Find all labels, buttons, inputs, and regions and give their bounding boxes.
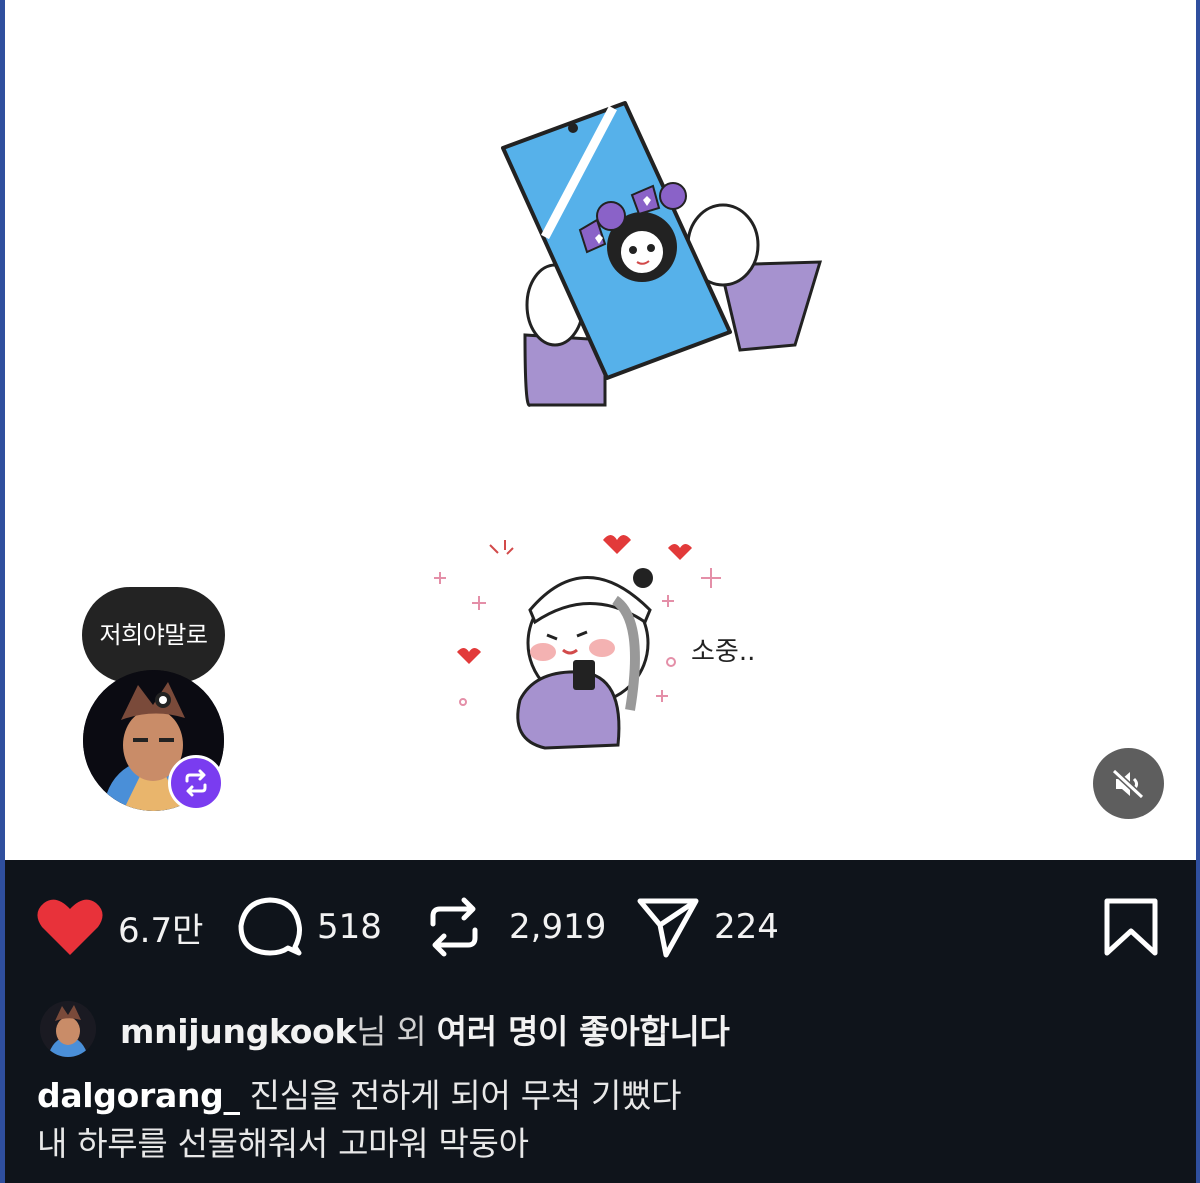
window-frame-right	[1196, 0, 1200, 1183]
likes-suffix: 님 외	[356, 1012, 437, 1051]
liker-username[interactable]: mnijungkook	[120, 1012, 356, 1051]
comment-count: 518	[317, 907, 382, 947]
likes-summary[interactable]: mnijungkook님 외 여러 명이 좋아합니다	[40, 1000, 730, 1058]
post-caption: dalgorang_ 진심을 전하게 되어 무척 기뻤다 내 하루를 선물해줘서 …	[37, 1072, 1177, 1168]
repost-badge-icon	[185, 769, 207, 797]
repost-button[interactable]: 2,919	[425, 893, 606, 961]
caption-line-1: 진심을 전하게 되어 무척 기뻤다	[249, 1076, 682, 1115]
post-media[interactable]: 소중.. 저희야말로	[5, 0, 1196, 860]
repost-badge	[168, 755, 224, 811]
repost-count: 2,919	[509, 907, 607, 947]
share-count: 224	[714, 907, 779, 947]
like-button[interactable]: 6.7만	[36, 893, 203, 961]
character-illustration: 소중..	[434, 535, 755, 750]
caption-author[interactable]: dalgorang_	[37, 1076, 240, 1115]
likes-emphasis[interactable]: 여러 명이 좋아합니다	[437, 1012, 730, 1051]
caption-line-2: 내 하루를 선물해줘서 고마워 막둥아	[37, 1124, 529, 1163]
comment-bubble-icon	[238, 897, 302, 956]
like-count: 6.7만	[118, 910, 204, 951]
repost-icon	[430, 897, 478, 957]
phone-illustration	[501, 101, 823, 407]
speaker-muted-icon	[1111, 768, 1144, 799]
heart-icon	[37, 899, 103, 955]
bookmark-icon	[1104, 898, 1158, 956]
bookmark-button[interactable]	[1103, 893, 1159, 961]
liker-avatar[interactable]	[40, 1001, 96, 1057]
paper-plane-icon	[637, 898, 699, 958]
mute-button[interactable]	[1093, 748, 1164, 819]
comment-button[interactable]: 518	[237, 893, 382, 961]
likes-text: mnijungkook님 외 여러 명이 좋아합니다	[120, 1005, 730, 1053]
share-button[interactable]: 224	[636, 893, 779, 961]
reaction-bubble: 저희야말로	[82, 587, 225, 683]
sticker-label: 소중..	[691, 637, 755, 667]
